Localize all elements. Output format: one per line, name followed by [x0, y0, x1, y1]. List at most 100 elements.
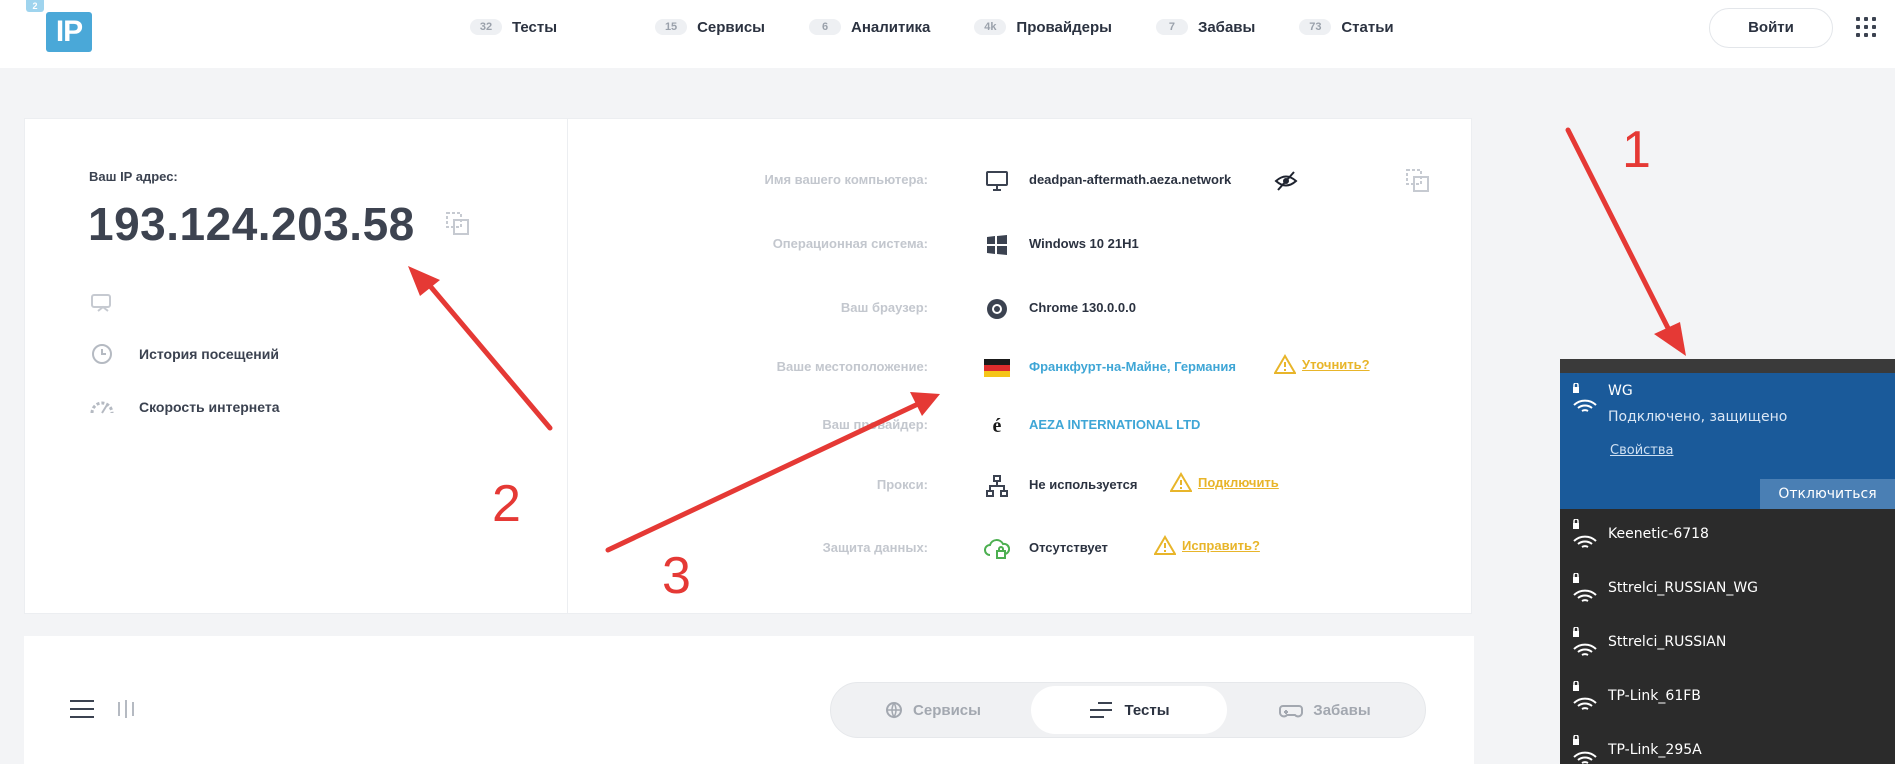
connect-label: Подключить — [1198, 474, 1279, 490]
speedometer-icon — [89, 394, 115, 420]
nav-item-articles[interactable]: 73 Статьи — [1299, 14, 1394, 40]
network-name: Sttrelci_RUSSIAN — [1608, 634, 1727, 650]
gamepad-icon — [1279, 701, 1304, 719]
browser-value: Chrome 130.0.0.0 — [1029, 300, 1136, 315]
info-row-computer: Имя вашего компьютера: deadpan-aftermath… — [568, 166, 1473, 196]
flyout-top-bar — [1560, 359, 1895, 373]
fix-privacy-link[interactable]: Исправить? — [1154, 535, 1260, 555]
nav-count: 7 — [1155, 19, 1188, 35]
share-ip-icon[interactable] — [89, 291, 115, 317]
germany-flag-icon — [983, 355, 1011, 381]
info-row-provider: Ваш провайдер: é AEZA INTERNATIONAL LTD — [568, 411, 1473, 441]
warning-icon — [1274, 354, 1296, 374]
windows-icon — [983, 232, 1011, 258]
nav-label: Забавы — [1197, 18, 1256, 36]
wifi-network-item[interactable]: TP-Link_295A — [1560, 725, 1895, 764]
logo-text: IP — [46, 12, 92, 52]
tab-label: Забавы — [1313, 701, 1371, 719]
connected-network[interactable]: WG Подключено, защищено Свойства Отключи… — [1560, 373, 1895, 509]
wifi-secured-icon — [1570, 518, 1600, 549]
hide-eye-icon[interactable] — [1274, 170, 1298, 192]
nav-label: Статьи — [1341, 18, 1394, 36]
info-label: Операционная система: — [772, 236, 928, 251]
wifi-network-item[interactable]: Sttrelci_RUSSIAN_WG — [1560, 563, 1895, 617]
wifi-secured-icon — [1570, 680, 1600, 711]
arrow-1 — [1565, 127, 1675, 339]
nav-item-providers[interactable]: 4k Провайдеры — [974, 14, 1112, 40]
grid-view-icon[interactable] — [116, 698, 140, 720]
clarify-location-link[interactable]: Уточнить? — [1274, 354, 1370, 374]
provider-logo-icon: é — [992, 414, 1002, 437]
history-icon — [89, 341, 115, 367]
info-label: Ваше местоположение: — [776, 359, 928, 374]
tab-label: Тесты — [1124, 701, 1170, 719]
monitor-icon — [983, 168, 1011, 194]
annotation-number-2: 2 — [492, 475, 521, 533]
history-link[interactable]: История посещений — [89, 341, 279, 367]
globe-icon — [885, 701, 903, 719]
network-name: WG — [1608, 383, 1633, 399]
network-name: TP-Link_61FB — [1608, 688, 1701, 704]
nav-item-fun[interactable]: 7 Забавы — [1155, 14, 1256, 40]
site-logo[interactable]: 2 IP — [26, 0, 92, 52]
tab-fun[interactable]: Забавы — [1227, 686, 1423, 734]
info-label: Прокси: — [876, 477, 928, 492]
properties-link[interactable]: Свойства — [1610, 443, 1674, 458]
ip-panel: Ваш IP адрес: 193.124.203.58 История пос… — [25, 119, 568, 613]
wifi-secured-icon — [1570, 572, 1600, 603]
network-name: Sttrelci_RUSSIAN_WG — [1608, 580, 1759, 596]
location-value[interactable]: Франкфурт-на-Майне, Германия — [1029, 359, 1236, 374]
tab-services[interactable]: Сервисы — [835, 686, 1031, 734]
disconnect-button[interactable]: Отключиться — [1760, 479, 1895, 509]
ip-address[interactable]: 193.124.203.58 — [88, 197, 415, 251]
annotation-number-3: 3 — [662, 547, 691, 605]
sliders-icon — [1088, 700, 1114, 720]
top-header: 2 IP 32 Тесты 15 Сервисы 6 Аналитика 4k … — [0, 0, 1895, 68]
network-tree-icon — [983, 473, 1011, 499]
network-name: Keenetic-6718 — [1608, 526, 1709, 542]
nav-item-analytics[interactable]: 6 Аналитика — [809, 14, 930, 40]
login-button[interactable]: Войти — [1709, 8, 1833, 48]
info-row-privacy: Защита данных: Отсутствует Исправить? — [568, 534, 1473, 564]
category-tabs: Сервисы Тесты Забавы — [830, 682, 1426, 738]
chrome-icon — [983, 296, 1011, 322]
history-label: История посещений — [139, 346, 279, 362]
copy-icon[interactable] — [445, 211, 471, 237]
tab-tests[interactable]: Тесты — [1031, 686, 1227, 734]
info-label: Защита данных: — [822, 540, 928, 555]
wifi-network-item[interactable]: TP-Link_61FB — [1560, 671, 1895, 725]
nav-item-tests[interactable]: 32 Тесты — [470, 14, 557, 40]
nav-item-services[interactable]: 15 Сервисы — [655, 14, 765, 40]
wifi-network-item[interactable]: Keenetic-6718 — [1560, 509, 1895, 563]
apps-grid-icon[interactable] — [1856, 17, 1876, 37]
ip-label: Ваш IP адрес: — [89, 169, 178, 184]
nav-label: Провайдеры — [1016, 18, 1112, 36]
clarify-label: Уточнить? — [1302, 356, 1370, 372]
wifi-network-item[interactable]: Sttrelci_RUSSIAN — [1560, 617, 1895, 671]
nav-label: Тесты — [512, 18, 558, 36]
tools-panel: Сервисы Тесты Забавы — [24, 636, 1474, 764]
provider-value[interactable]: AEZA INTERNATIONAL LTD — [1029, 417, 1200, 432]
copy-icon[interactable] — [1405, 168, 1431, 194]
ip-info-card: Ваш IP адрес: 193.124.203.58 История пос… — [24, 118, 1472, 614]
nav-count: 6 — [809, 19, 841, 35]
cloud-lock-icon — [983, 536, 1011, 562]
warning-icon — [1154, 535, 1176, 555]
wifi-secured-icon — [1570, 382, 1600, 413]
computer-name: deadpan-aftermath.aeza.network — [1029, 172, 1232, 187]
info-label: Ваш браузер: — [840, 300, 928, 315]
connect-proxy-link[interactable]: Подключить — [1170, 472, 1279, 492]
info-row-browser: Ваш браузер: Chrome 130.0.0.0 — [568, 294, 1473, 324]
os-value: Windows 10 21H1 — [1029, 236, 1139, 251]
nav-count: 15 — [655, 19, 688, 35]
network-status: Подключено, защищено — [1608, 409, 1788, 425]
speedtest-label: Скорость интернета — [139, 399, 280, 415]
wifi-flyout: WG Подключено, защищено Свойства Отключи… — [1560, 359, 1895, 764]
info-row-os: Операционная система: Windows 10 21H1 — [568, 230, 1473, 260]
wifi-secured-icon — [1570, 626, 1600, 657]
nav-label: Аналитика — [851, 18, 931, 36]
info-label: Ваш провайдер: — [822, 417, 928, 432]
list-view-icon[interactable] — [70, 700, 94, 718]
speedtest-link[interactable]: Скорость интернета — [89, 394, 280, 420]
warning-icon — [1170, 472, 1192, 492]
